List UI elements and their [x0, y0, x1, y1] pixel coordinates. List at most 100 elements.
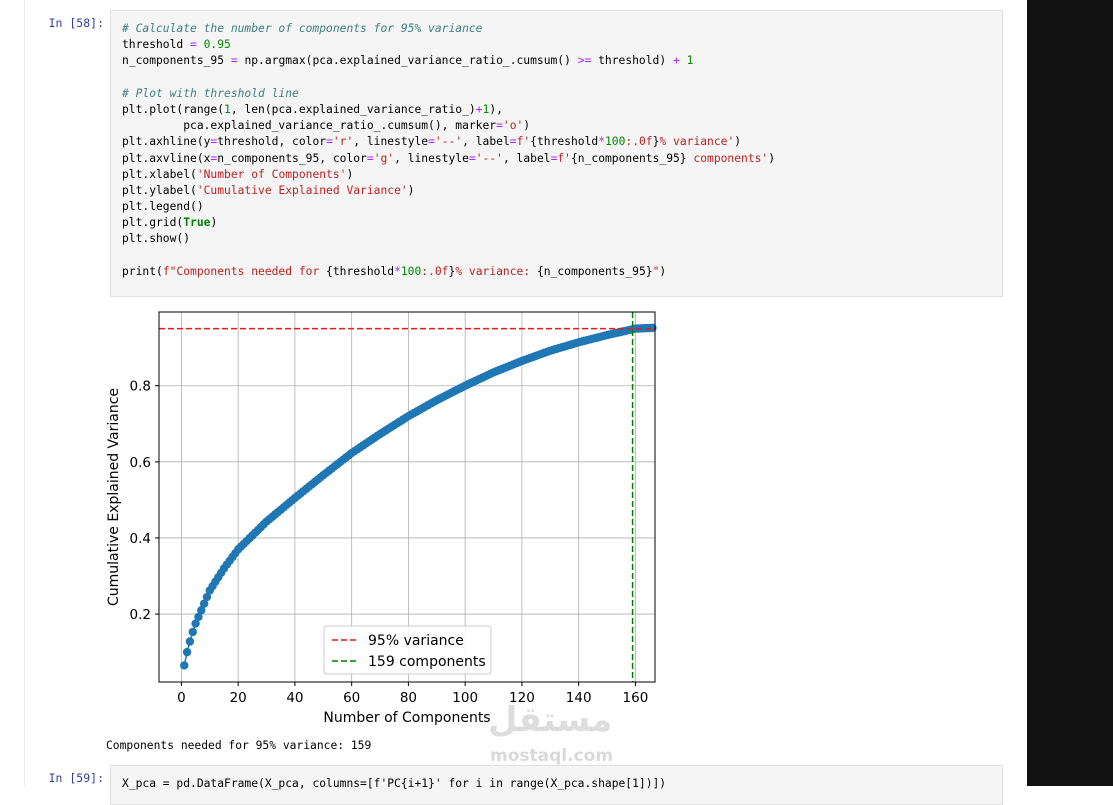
code-token: True [183, 216, 211, 230]
code-line: plt.ylabel('Cumulative Explained Varianc… [122, 183, 991, 199]
code-line: # Plot with threshold line [122, 86, 991, 102]
code-token: , label [502, 151, 551, 165]
code-token: plt.show() [122, 232, 191, 246]
code-token: '--' [475, 151, 503, 165]
code-line: threshold = 0.95 [122, 37, 991, 53]
code-token: 1 [679, 54, 694, 68]
code-token: plt.plot(range( [122, 102, 225, 116]
code-token: 1 [224, 102, 231, 116]
code-token: f"Components needed for [162, 264, 327, 278]
y-tick-label: 0.4 [130, 531, 151, 547]
code-token: % variance: [455, 264, 537, 278]
code-token: pca.explained_variance_ratio_.cumsum(), … [122, 119, 497, 133]
data-point [182, 647, 192, 657]
code-token: = [468, 151, 476, 165]
code-token: % variance' [659, 135, 735, 149]
code-token: ) [523, 119, 531, 133]
code-token: , len(pca.explained_variance_ratio_) [230, 102, 476, 116]
code-line: plt.axvline(x=n_components_95, color='g'… [122, 151, 991, 167]
cell-59-input[interactable]: X_pca = pd.DataFrame(X_pca, columns=[f'P… [110, 765, 1003, 805]
code-token: plt.legend() [122, 200, 204, 214]
x-tick-label: 0 [177, 690, 186, 706]
code-line: plt.axhline(y=threshold, color='r', line… [122, 134, 991, 150]
code-token: ) [210, 216, 218, 230]
code-token: print( [122, 264, 163, 278]
dark-side-panel [1027, 0, 1113, 786]
code-token: plt.xlabel( [122, 167, 197, 181]
code-token: = [428, 135, 435, 149]
code-line: # Calculate the number of components for… [122, 21, 991, 37]
code-line: pca.explained_variance_ratio_.cumsum(), … [122, 118, 991, 134]
code-token: ) [407, 183, 415, 197]
legend-entry-hline: 95% variance [368, 633, 464, 649]
x-tick-label: 80 [400, 690, 417, 706]
code-line: plt.plot(range(1, len(pca.explained_vari… [122, 102, 991, 118]
code-line: plt.show() [122, 231, 991, 247]
code-token: 100 [605, 135, 626, 149]
code-token: >= [577, 54, 592, 68]
code-token: 'Cumulative Explained Variance' [196, 183, 408, 197]
code-line: plt.grid(True) [122, 215, 991, 231]
code-line: print(f"Components needed for {threshold… [122, 264, 991, 280]
cell-58-code[interactable]: # Calculate the number of components for… [111, 11, 1002, 290]
code-token: f' [516, 135, 531, 149]
code-token: # Plot with threshold line [122, 86, 299, 100]
code-token: 0.95 [196, 38, 231, 52]
code-token: f' [557, 151, 571, 165]
cell-58-input[interactable]: # Calculate the number of components for… [110, 10, 1003, 297]
cell-58-stdout: Components needed for 95% variance: 159 [106, 739, 372, 752]
code-token: n_components_95, color [217, 151, 367, 165]
code-token: ) [734, 135, 742, 149]
cell-59-prompt: In [59]: [48, 771, 104, 785]
code-line: n_components_95 = np.argmax(pca.explaine… [122, 53, 991, 69]
x-tick-label: 100 [452, 690, 478, 706]
code-token: , linestyle [394, 151, 469, 165]
code-token: = [366, 151, 374, 165]
code-token: '--' [434, 135, 463, 149]
code-token: ) [346, 167, 354, 181]
code-token: , label [462, 135, 510, 149]
chart-xlabel: Number of Components [323, 710, 490, 726]
code-token: 100 [400, 264, 422, 278]
code-token: 'o' [502, 119, 524, 133]
code-token: {n_components_95} [536, 264, 653, 278]
code-token: threshold, color [217, 135, 327, 149]
code-token: + [475, 102, 483, 116]
code-token: plt.axhline(y [122, 135, 211, 149]
y-tick-label: 0.6 [130, 455, 151, 471]
code-token: + [672, 54, 680, 68]
code-line: plt.xlabel('Number of Components') [122, 167, 991, 183]
code-token: , linestyle [353, 135, 429, 149]
code-token: # Calculate the number of components for… [122, 22, 483, 35]
data-point [188, 627, 197, 637]
chart-legend: 95% variance 159 components [323, 625, 492, 675]
series-line [183, 327, 653, 666]
y-tick-label: 0.2 [130, 607, 151, 623]
x-tick-label: 60 [343, 690, 360, 706]
code-token: {threshold [530, 135, 599, 149]
code-token: :.0f [625, 135, 653, 149]
code-token: = [496, 119, 503, 133]
code-token: {n_components_95} [570, 151, 687, 165]
notebook-left-border [24, 0, 25, 786]
code-token: ), [489, 102, 503, 116]
code-token: 'r' [332, 135, 354, 149]
x-tick-label: 20 [230, 690, 247, 706]
code-token: = [326, 135, 333, 149]
legend-entry-vline: 159 components [368, 654, 486, 670]
code-token: n_components_95 [122, 54, 231, 68]
y-tick-label: 0.8 [130, 379, 151, 395]
code-token: components' [686, 151, 769, 165]
code-token: {threshold [326, 264, 395, 278]
cell-59-code[interactable]: X_pca = pd.DataFrame(X_pca, columns=[f'P… [111, 766, 1002, 802]
code-token: plt.grid( [122, 216, 184, 230]
code-token: ) [659, 264, 667, 278]
code-token: * [598, 135, 605, 149]
code-line: plt.legend() [122, 199, 991, 215]
data-point [185, 637, 195, 646]
code-token: = [509, 135, 517, 149]
code-token: = [190, 38, 197, 52]
code-token: = [230, 54, 238, 68]
